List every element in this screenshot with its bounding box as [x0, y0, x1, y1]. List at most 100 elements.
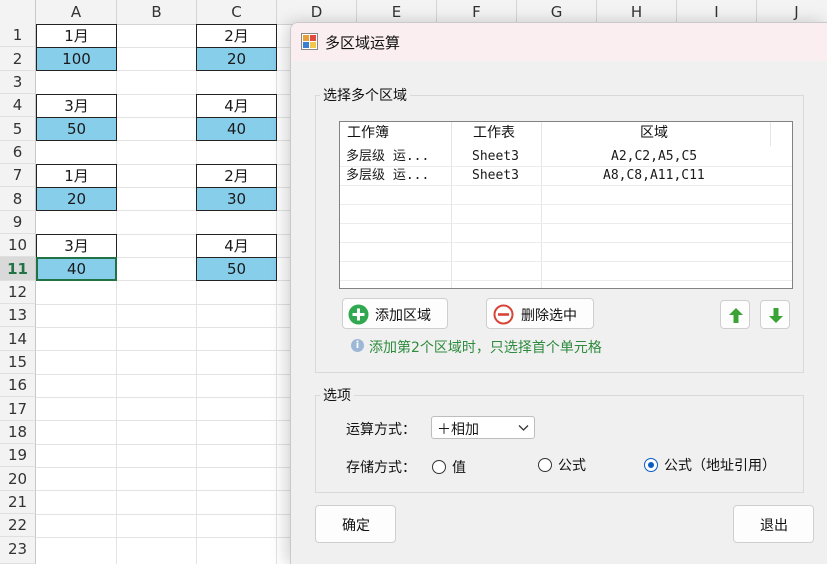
list-gridline [340, 223, 792, 224]
operation-label: 运算方式： [346, 422, 416, 438]
cell-a1[interactable]: 1月 [36, 24, 117, 48]
list-item-sheet: Sheet3 [472, 149, 519, 164]
move-up-button[interactable] [720, 300, 750, 329]
list-gridline [340, 185, 792, 186]
list-gridline [340, 204, 792, 205]
column-header-a[interactable]: A [36, 0, 117, 24]
row-header-17[interactable]: 17 [0, 397, 36, 421]
column-header-e[interactable]: E [357, 0, 437, 24]
row-header-4[interactable]: 4 [0, 94, 36, 117]
cell-c2[interactable]: 20 [196, 47, 277, 71]
storage-radio-formula[interactable] [538, 458, 552, 472]
column-header-i[interactable]: I [677, 0, 757, 24]
options-group [315, 395, 804, 493]
row-header-11[interactable]: 11 [0, 257, 36, 281]
list-gridline [340, 242, 792, 243]
list-item-workbook: 多层级 运... [346, 149, 430, 164]
options-group-title: 选项 [320, 385, 354, 405]
row-header-10[interactable]: 10 [0, 234, 36, 257]
move-down-button[interactable] [760, 300, 790, 329]
row-header-14[interactable]: 14 [0, 327, 36, 351]
multi-range-dialog: 多区域运算 选择多个区域 工作簿 工作表 区域 多层级 运... Sheet3 … [290, 22, 827, 564]
column-header-f[interactable]: F [437, 0, 517, 24]
list-item-workbook: 多层级 运... [346, 168, 430, 183]
cell-c10[interactable]: 4月 [196, 234, 277, 258]
list-gridline [340, 166, 792, 167]
exit-button[interactable]: 退出 [733, 505, 814, 543]
row-header-13[interactable]: 13 [0, 304, 36, 327]
list-item-range: A8,C8,A11,C11 [603, 168, 705, 183]
row-header-16[interactable]: 16 [0, 374, 36, 397]
row-header-15[interactable]: 15 [0, 351, 36, 374]
operation-select-value: ＋相加 [437, 422, 479, 438]
row-header-6[interactable]: 6 [0, 141, 36, 164]
range-list[interactable]: 工作簿 工作表 区域 多层级 运... Sheet3 A2,C2,A5,C5 多… [339, 121, 793, 289]
minus-circle-icon [493, 304, 514, 325]
cell-c4[interactable]: 4月 [196, 94, 277, 118]
storage-radio-value[interactable] [432, 460, 446, 474]
plus-circle-icon [348, 304, 369, 325]
ok-button[interactable]: 确定 [315, 505, 396, 543]
list-gridline [340, 280, 792, 281]
cell-a11[interactable]: 40 [36, 257, 117, 281]
app-grid-icon [301, 33, 318, 50]
row-header-12[interactable]: 12 [0, 281, 36, 304]
list-header-range[interactable]: 区域 [640, 122, 668, 146]
column-header-d[interactable]: D [277, 0, 357, 24]
list-gridline [340, 261, 792, 262]
list-item-sheet: Sheet3 [472, 168, 519, 183]
add-range-button[interactable]: 添加区域 [342, 298, 448, 329]
row-header-20[interactable]: 20 [0, 467, 36, 491]
column-header-c[interactable]: C [197, 0, 277, 24]
column-header-h[interactable]: H [597, 0, 677, 24]
cell-a10[interactable]: 3月 [36, 234, 117, 258]
list-item[interactable]: 多层级 运... Sheet3 A2,C2,A5,C5 [340, 147, 792, 167]
column-header-b[interactable]: B [117, 0, 197, 24]
cell-c8[interactable]: 30 [196, 187, 277, 211]
list-header-workbook[interactable]: 工作簿 [347, 122, 389, 146]
storage-label: 存储方式： [346, 460, 416, 476]
hint-text: i 添加第2个区域时，只选择首个单元格 [351, 337, 602, 357]
column-header-j[interactable]: J [757, 0, 827, 24]
row-header-5[interactable]: 5 [0, 117, 36, 141]
row-header-3[interactable]: 3 [0, 71, 36, 94]
list-item[interactable]: 多层级 运... Sheet3 A8,C8,A11,C11 [340, 166, 792, 186]
row-header-23[interactable]: 23 [0, 537, 36, 564]
operation-select[interactable]: ＋相加 [431, 416, 535, 439]
cell-c5[interactable]: 40 [196, 117, 277, 141]
row-header-8[interactable]: 8 [0, 187, 36, 211]
cell-c11[interactable]: 50 [196, 257, 277, 281]
list-header-sheet[interactable]: 工作表 [473, 122, 515, 146]
row-header-18[interactable]: 18 [0, 421, 36, 444]
cell-a5[interactable]: 50 [36, 117, 117, 141]
cell-c1[interactable]: 2月 [196, 24, 277, 48]
row-header-9[interactable]: 9 [0, 211, 36, 234]
cell-a4[interactable]: 3月 [36, 94, 117, 118]
storage-option-formula-label[interactable]: 公式 [558, 455, 586, 475]
cell-a8[interactable]: 20 [36, 187, 117, 211]
chevron-down-icon [518, 425, 529, 431]
storage-option-formula-reference-label[interactable]: 公式（地址引用） [664, 455, 776, 475]
row-header-2[interactable]: 2 [0, 47, 36, 71]
cell-a7[interactable]: 1月 [36, 164, 117, 188]
delete-selected-button[interactable]: 删除选中 [486, 298, 594, 329]
select-all-corner[interactable] [0, 0, 36, 24]
ranges-group-title: 选择多个区域 [320, 85, 410, 105]
cell-a2[interactable]: 100 [36, 47, 117, 71]
delete-selected-label: 删除选中 [521, 308, 577, 324]
info-icon: i [351, 339, 364, 352]
cell-c7[interactable]: 2月 [196, 164, 277, 188]
exit-label: 退出 [760, 518, 788, 534]
storage-option-value-label[interactable]: 值 [452, 457, 466, 477]
add-range-label: 添加区域 [375, 308, 431, 324]
dialog-titlebar[interactable]: 多区域运算 [291, 23, 827, 61]
dialog-title: 多区域运算 [325, 34, 401, 52]
row-header-7[interactable]: 7 [0, 164, 36, 187]
row-header-19[interactable]: 19 [0, 444, 36, 467]
storage-radio-formula-reference[interactable] [644, 458, 658, 472]
list-item-range: A2,C2,A5,C5 [611, 149, 698, 164]
row-header-22[interactable]: 22 [0, 514, 36, 537]
row-header-1[interactable]: 1 [0, 24, 36, 47]
row-header-21[interactable]: 21 [0, 491, 36, 514]
column-header-g[interactable]: G [517, 0, 597, 24]
